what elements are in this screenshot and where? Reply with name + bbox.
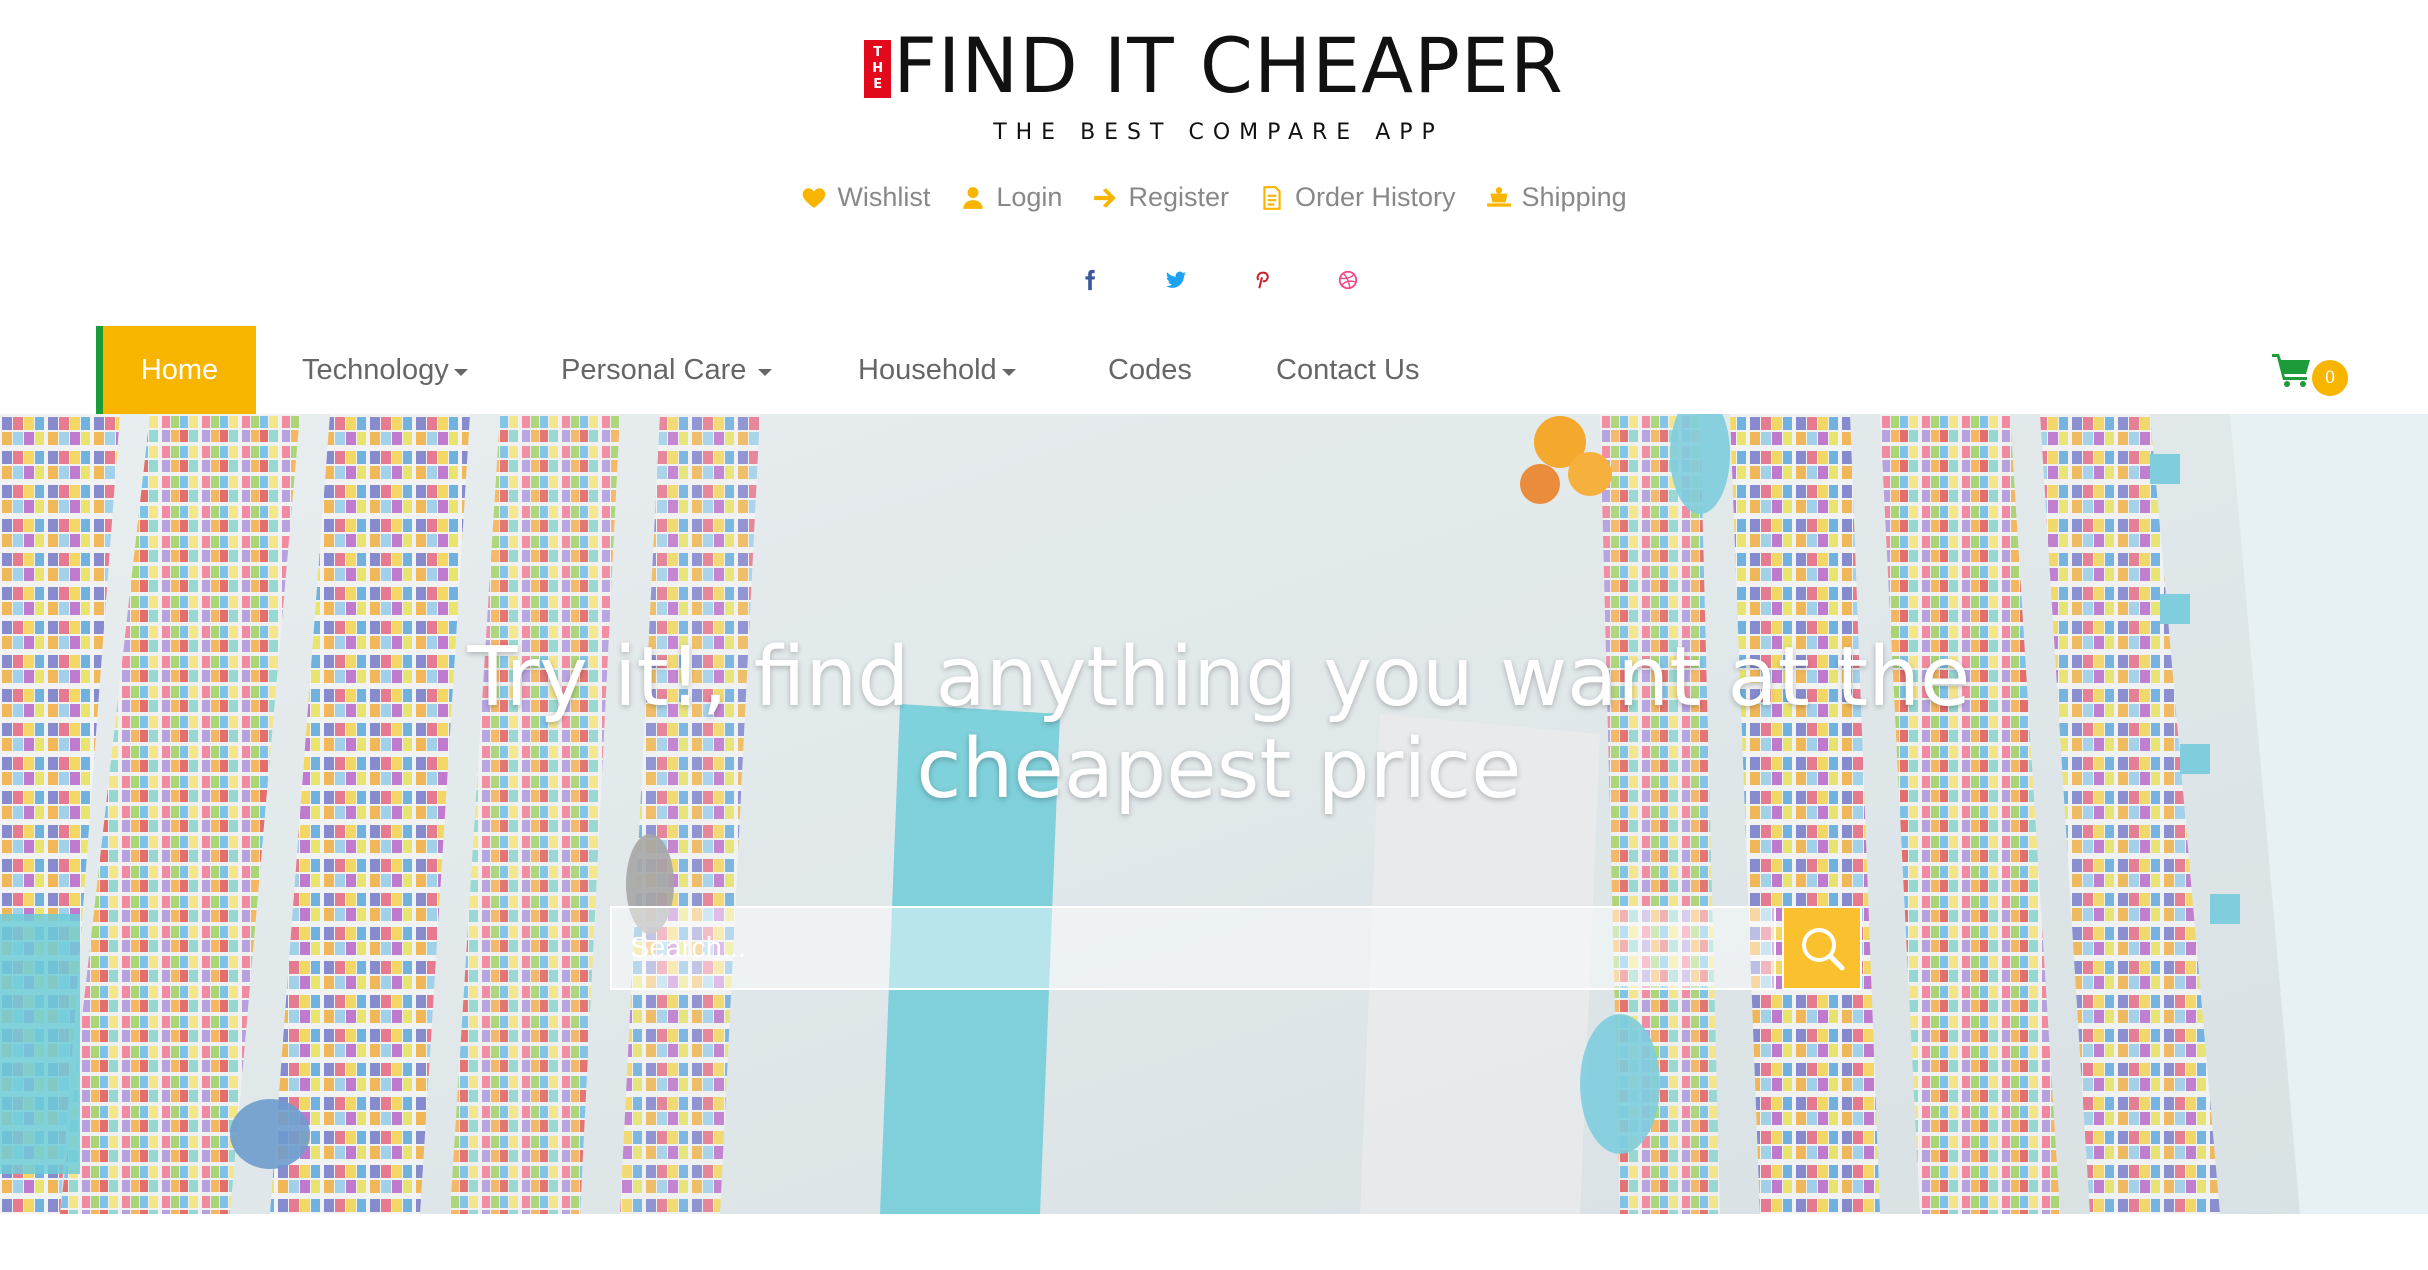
order-history-label: Order History <box>1295 182 1456 212</box>
logo-tagline: THE BEST COMPARE APP <box>993 120 1444 145</box>
logo-title: FIND IT CHEAPER <box>893 21 1564 110</box>
dribbble-link[interactable] <box>1336 265 1360 295</box>
dribbble-icon <box>1338 270 1358 290</box>
nav-codes[interactable]: Codes <box>1108 326 1192 414</box>
social-links <box>0 265 2428 295</box>
nav-contact-us[interactable]: Contact Us <box>1276 326 1419 414</box>
hero-search <box>610 906 1862 990</box>
caret-down-icon <box>453 368 468 376</box>
search-button[interactable] <box>1782 906 1862 990</box>
arrow-right-icon <box>1094 187 1117 208</box>
site-logo[interactable]: T H E FIND IT CHEAPER THE BEST COMPARE A… <box>0 28 2428 145</box>
pinterest-link[interactable] <box>1250 265 1274 295</box>
nav-home[interactable]: Home <box>96 326 256 414</box>
facebook-link[interactable] <box>1078 265 1102 295</box>
logo-row: T H E FIND IT CHEAPER <box>864 28 1564 104</box>
shipping-link[interactable]: Shipping <box>1486 182 1627 213</box>
twitter-link[interactable] <box>1164 265 1188 295</box>
wishlist-link[interactable]: Wishlist <box>801 182 930 213</box>
nav-technology[interactable]: Technology <box>302 326 468 414</box>
top-links: Wishlist Login Register Order History Sh… <box>0 182 2428 213</box>
shopping-cart-icon <box>2272 354 2310 387</box>
caret-down-icon <box>1001 368 1016 376</box>
login-label: Login <box>996 182 1063 212</box>
search-icon <box>1802 928 1845 971</box>
pinterest-icon <box>1256 271 1269 289</box>
logo-the-e: E <box>873 77 883 92</box>
wishlist-label: Wishlist <box>837 182 931 212</box>
nav-household-label: Household <box>858 353 997 386</box>
logo-the-h: H <box>872 61 884 76</box>
document-icon <box>1263 185 1281 210</box>
user-icon <box>963 186 984 209</box>
logo-the-badge: T H E <box>864 40 892 98</box>
cart-button[interactable]: 0 <box>2272 350 2352 396</box>
hero-title-line2: cheapest price <box>916 722 1522 817</box>
facebook-icon <box>1085 269 1096 291</box>
truck-icon <box>1486 186 1511 207</box>
cart-count-badge: 0 <box>2312 360 2348 396</box>
search-input[interactable] <box>610 906 1776 990</box>
hero-title-line1: Try it!, find anything you want at the <box>467 630 1971 725</box>
nav-personal-care[interactable]: Personal Care <box>561 326 773 414</box>
main-nav: Home Technology Personal Care Household … <box>0 326 2428 414</box>
nav-personal-care-label: Personal Care <box>561 353 747 386</box>
nav-technology-label: Technology <box>302 353 449 386</box>
shipping-label: Shipping <box>1521 182 1627 212</box>
order-history-link[interactable]: Order History <box>1259 182 1456 213</box>
hero-title: Try it!, find anything you want at the c… <box>0 632 2428 816</box>
logo-the-t: T <box>873 45 883 60</box>
register-link[interactable]: Register <box>1092 182 1229 213</box>
nav-household[interactable]: Household <box>858 326 1016 414</box>
twitter-icon <box>1165 271 1187 288</box>
caret-down-icon <box>758 368 773 376</box>
hero-banner: Try it!, find anything you want at the c… <box>0 414 2428 1214</box>
heart-icon <box>803 187 826 208</box>
login-link[interactable]: Login <box>960 182 1062 213</box>
register-label: Register <box>1128 182 1229 212</box>
